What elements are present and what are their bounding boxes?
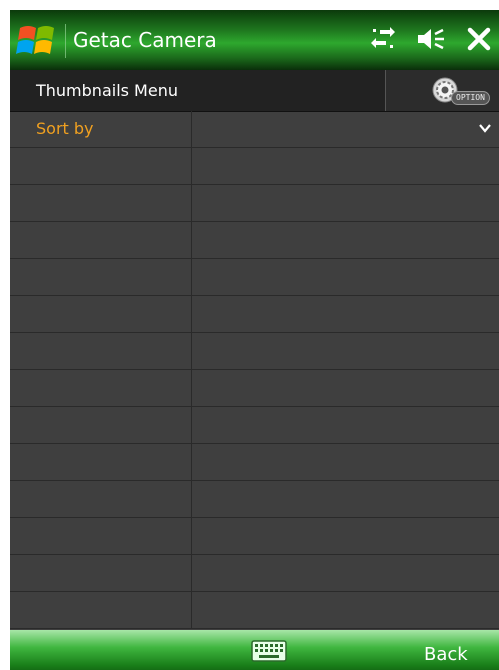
list-row [10,444,499,481]
row-value-cell [192,481,499,517]
list-row [10,333,499,370]
close-icon[interactable] [466,26,492,52]
sort-by-dropdown[interactable] [192,111,499,147]
sort-by-label: Sort by [36,119,94,138]
row-value-cell [192,555,499,591]
option-label: OPTION [451,91,490,105]
row-label-cell: Sort by [10,111,192,147]
settings-list: Sort by [10,111,499,631]
row-value-cell [192,185,499,221]
row-label-cell [10,518,192,554]
option-button[interactable]: OPTION [385,70,499,111]
row-label-cell [10,370,192,406]
row-label-cell [10,185,192,221]
row-value-cell [192,222,499,258]
row-label-cell [10,592,192,628]
list-row-sort-by[interactable]: Sort by [10,111,499,148]
list-row [10,555,499,592]
list-row [10,481,499,518]
row-value-cell [192,592,499,628]
windows-start-icon[interactable] [14,20,60,60]
row-label-cell [10,407,192,443]
volume-icon[interactable] [416,26,446,52]
row-value-cell [192,518,499,554]
menu-header: Thumbnails Menu OPTION [10,70,499,112]
row-label-cell [10,148,192,184]
keyboard-icon[interactable] [251,640,287,662]
row-label-cell [10,296,192,332]
list-row [10,185,499,222]
list-row [10,259,499,296]
app-title: Getac Camera [73,28,217,52]
row-value-cell [192,444,499,480]
row-label-cell [10,333,192,369]
row-value-cell [192,333,499,369]
title-separator [65,24,66,58]
row-value-cell [192,370,499,406]
row-label-cell [10,222,192,258]
list-row [10,407,499,444]
list-row [10,370,499,407]
list-row [10,148,499,185]
list-row [10,296,499,333]
back-button[interactable]: Back [424,644,468,665]
menu-title: Thumbnails Menu [36,81,178,100]
list-row [10,518,499,555]
bottom-bar: Back [10,630,499,670]
title-bar: Getac Camera [10,10,499,70]
row-value-cell [192,407,499,443]
chevron-down-icon[interactable] [478,121,492,135]
row-label-cell [10,444,192,480]
row-value-cell [192,148,499,184]
row-label-cell [10,481,192,517]
device-screen: Getac Camera Thumbnails Menu OPTION Sort… [10,10,499,670]
row-label-cell [10,259,192,295]
row-value-cell [192,296,499,332]
row-label-cell [10,555,192,591]
row-value-cell [192,259,499,295]
list-row [10,592,499,629]
list-row [10,222,499,259]
connectivity-icon[interactable] [370,26,396,52]
